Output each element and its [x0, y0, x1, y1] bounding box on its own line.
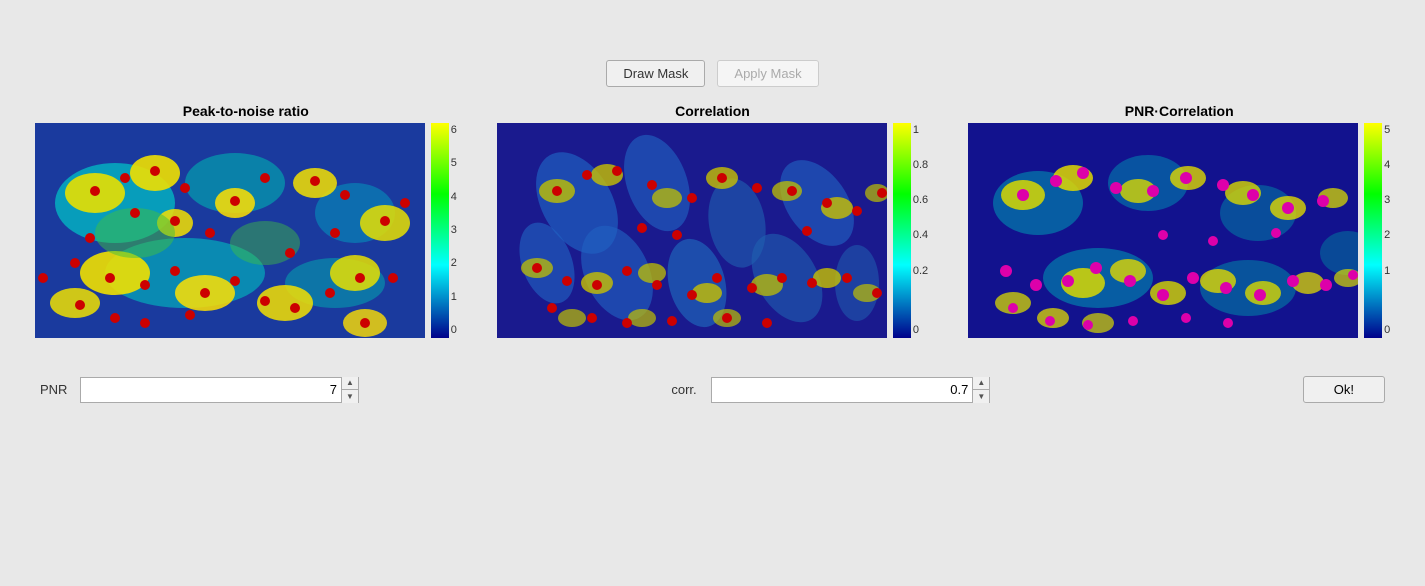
- pnr-corr-colorbar: 5 4 3 2 1 0: [1364, 123, 1390, 338]
- corr-increment-button[interactable]: ▲: [973, 377, 989, 391]
- pnr-decrement-button[interactable]: ▼: [342, 390, 358, 403]
- pnr-corr-chart-with-colorbar: 5 4 3 2 1 0: [968, 123, 1390, 338]
- pnr-corr-chart-title: PNR·Correlation: [1125, 103, 1234, 119]
- pnr-corr-chart-container: PNR·Correlation: [968, 103, 1390, 338]
- corr-decrement-button[interactable]: ▼: [973, 390, 989, 403]
- pnr-control-group: PNR ▲ ▼: [40, 377, 359, 403]
- pnr-chart-title: Peak-to-noise ratio: [183, 103, 309, 119]
- corr-label: corr.: [671, 382, 701, 397]
- correlation-colorbar: 1 0.8 0.6 0.4 0.2 0: [893, 123, 928, 338]
- corr-spinner: ▲ ▼: [972, 377, 989, 403]
- correlation-heatmap[interactable]: [497, 123, 887, 338]
- pnr-corr-colorbar-labels: 5 4 3 2 1 0: [1384, 123, 1390, 338]
- pnr-colorbar-labels: 6 5 4 3 2 1 0: [451, 123, 457, 338]
- ok-button[interactable]: Ok!: [1303, 376, 1385, 403]
- pnr-corr-heatmap[interactable]: [968, 123, 1358, 338]
- toolbar: Draw Mask Apply Mask: [0, 0, 1425, 103]
- corr-control-group: corr. ▲ ▼: [671, 377, 990, 403]
- pnr-chart-container: Peak-to-noise ratio: [35, 103, 457, 338]
- corr-input[interactable]: [712, 378, 972, 402]
- charts-container: Peak-to-noise ratio: [0, 103, 1425, 338]
- correlation-colorbar-labels: 1 0.8 0.6 0.4 0.2 0: [913, 123, 928, 338]
- pnr-input[interactable]: [81, 378, 341, 402]
- pnr-input-container: ▲ ▼: [80, 377, 359, 403]
- draw-mask-button[interactable]: Draw Mask: [606, 60, 705, 87]
- pnr-chart-with-colorbar: 6 5 4 3 2 1 0: [35, 123, 457, 338]
- pnr-label: PNR: [40, 382, 70, 397]
- correlation-chart-title: Correlation: [675, 103, 750, 119]
- corr-input-container: ▲ ▼: [711, 377, 990, 403]
- bottom-controls: PNR ▲ ▼ corr. ▲ ▼ Ok!: [0, 358, 1425, 403]
- pnr-heatmap[interactable]: [35, 123, 425, 338]
- pnr-colorbar: 6 5 4 3 2 1 0: [431, 123, 457, 338]
- correlation-chart-with-colorbar: 1 0.8 0.6 0.4 0.2 0: [497, 123, 928, 338]
- apply-mask-button: Apply Mask: [717, 60, 818, 87]
- correlation-chart-container: Correlation: [497, 103, 928, 338]
- pnr-increment-button[interactable]: ▲: [342, 377, 358, 391]
- pnr-spinner: ▲ ▼: [341, 377, 358, 403]
